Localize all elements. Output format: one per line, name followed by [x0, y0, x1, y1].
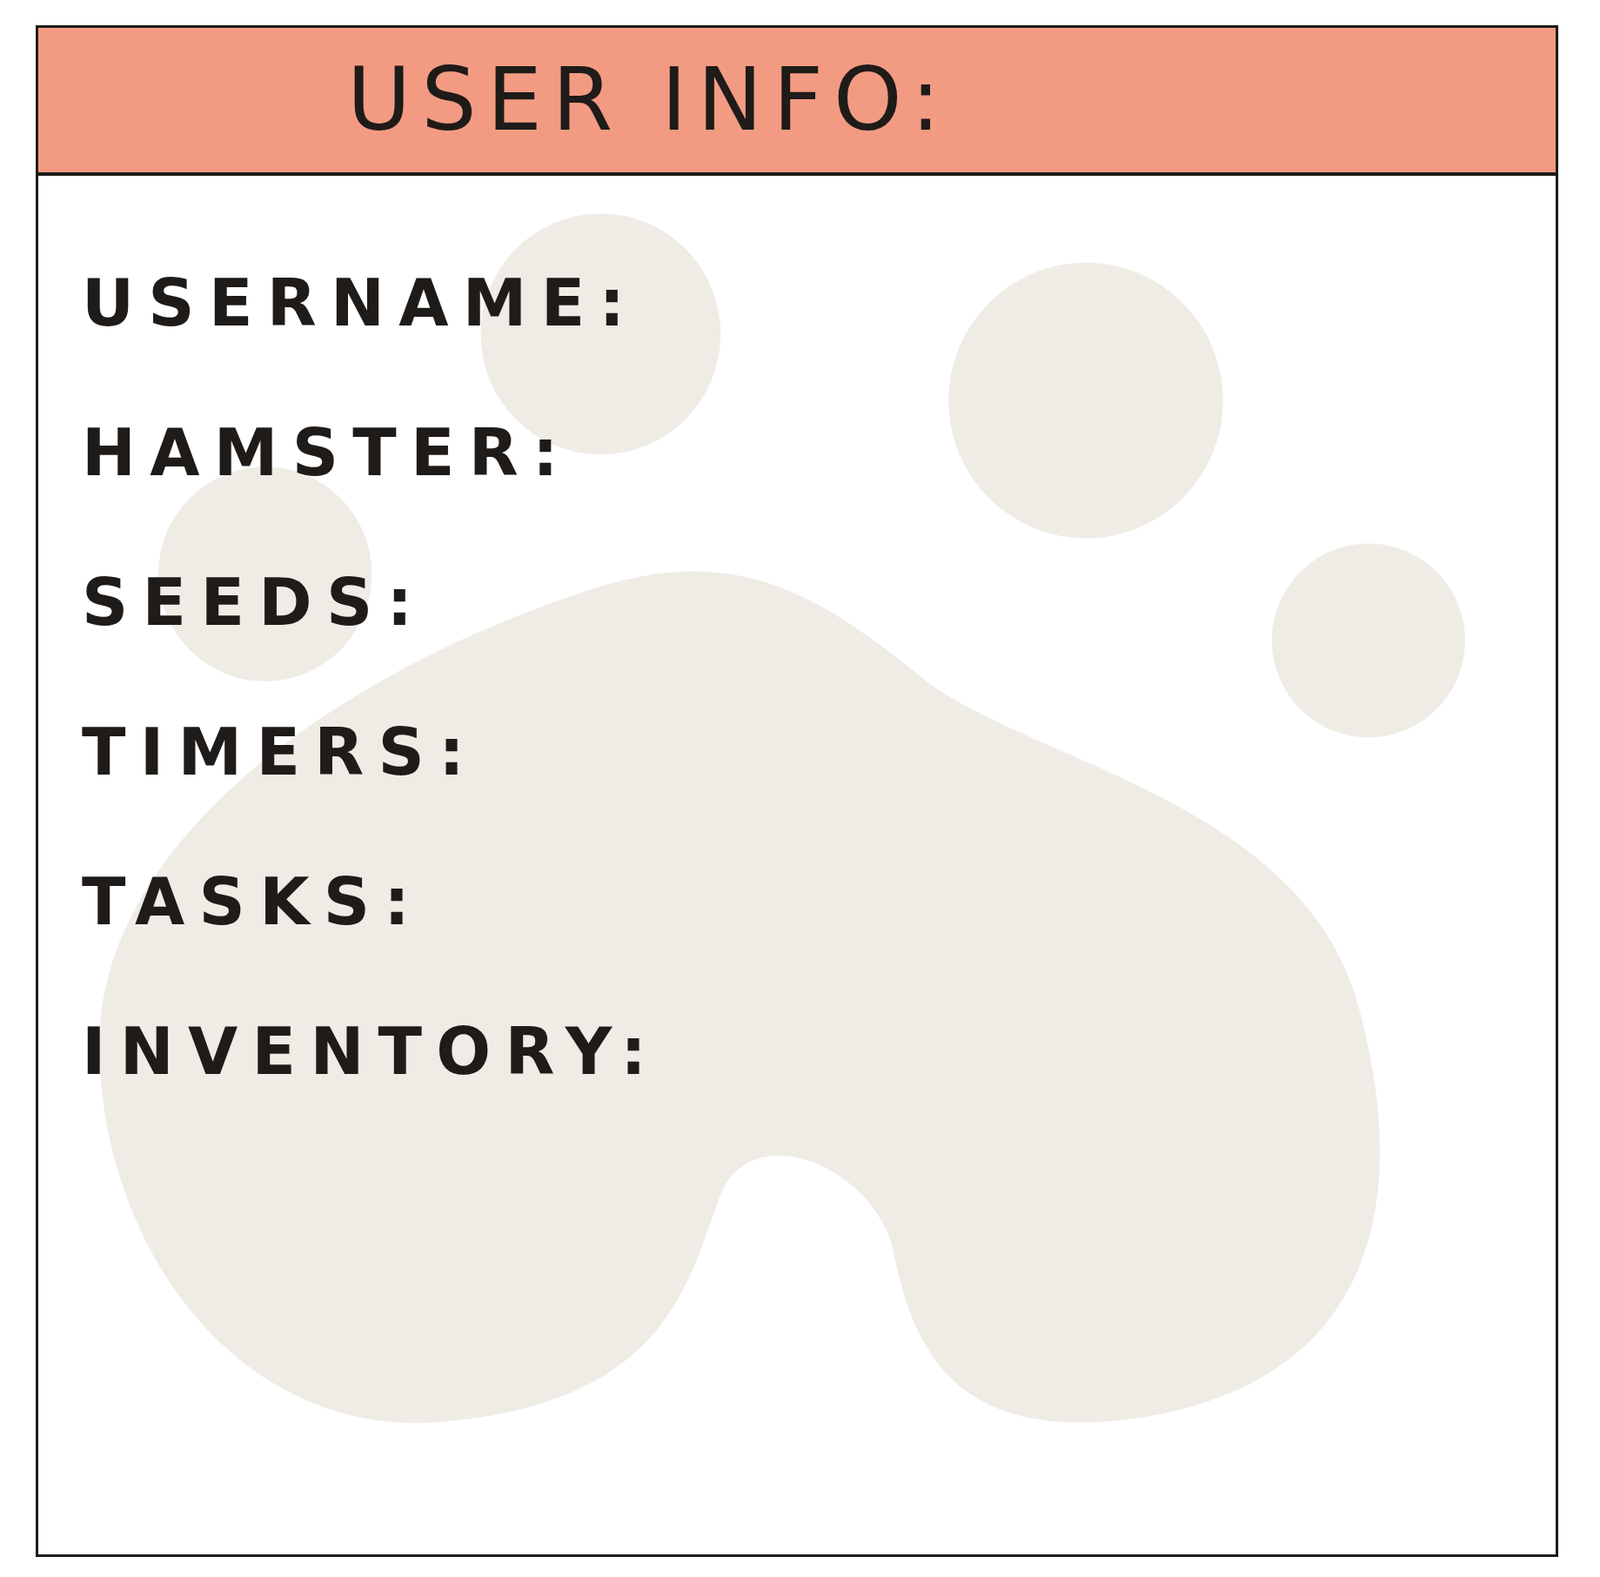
field-label: TIMERS:: [81, 713, 479, 791]
field-row: USERNAME:: [81, 227, 1556, 378]
field-row: TIMERS:: [81, 676, 1556, 827]
field-label: SEEDS:: [81, 563, 427, 642]
card-title: USER INFO:: [347, 52, 951, 148]
user-info-card: USER INFO: USERNAME: HAMSTER: SEEDS: TIMERS:…: [35, 25, 1559, 1557]
field-label: USERNAME:: [81, 264, 639, 342]
page: USER INFO: USERNAME: HAMSTER: SEEDS: TIMERS:…: [0, 0, 1600, 1577]
card-body: USERNAME: HAMSTER: SEEDS: TIMERS: TASKS: INVE…: [38, 175, 1556, 1554]
field-label: INVENTORY:: [81, 1012, 661, 1091]
field-label: HAMSTER:: [81, 414, 573, 492]
field-list: USERNAME: HAMSTER: SEEDS: TIMERS: TASKS: INVE…: [38, 175, 1556, 1126]
field-row: HAMSTER:: [81, 377, 1556, 528]
field-row: SEEDS:: [81, 527, 1556, 677]
field-label: TASKS:: [81, 863, 424, 941]
card-header: USER INFO:: [38, 27, 1556, 176]
field-row: TASKS:: [81, 826, 1556, 977]
field-row: INVENTORY:: [81, 976, 1556, 1126]
